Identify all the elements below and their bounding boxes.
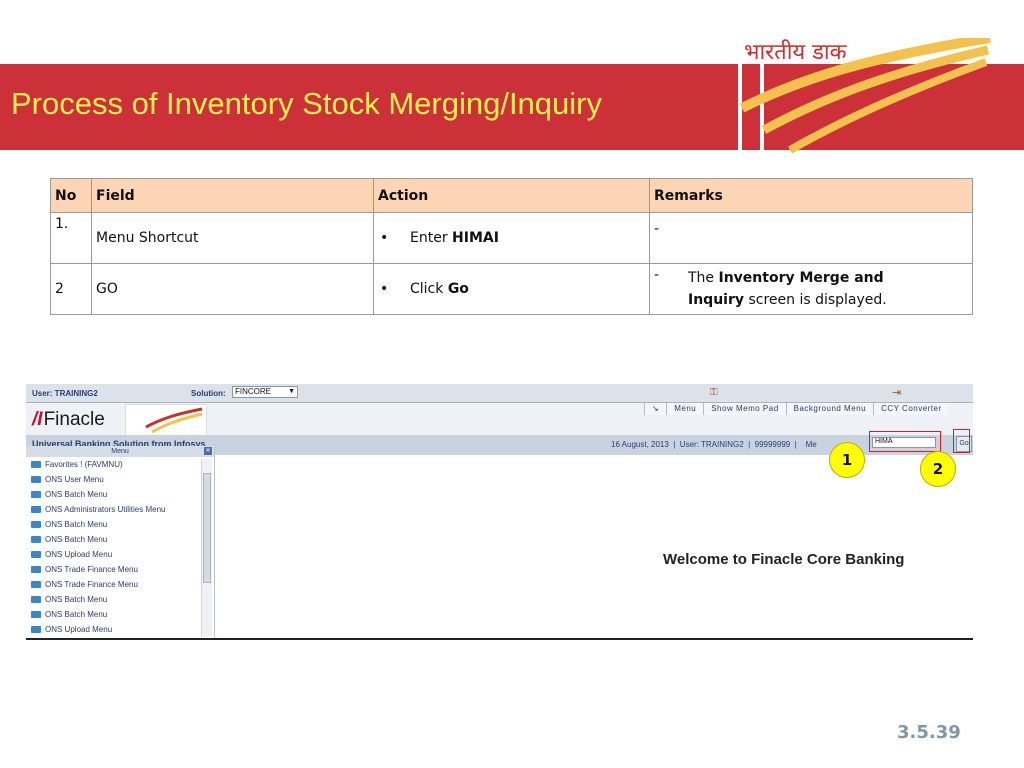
go-button-highlight xyxy=(953,429,970,453)
row-action: • Enter HIMAI xyxy=(373,212,650,264)
steps-table: No Field Action Remarks 1. Menu Shortcut… xyxy=(50,178,973,315)
column-header-field: Field xyxy=(91,178,374,213)
folder-icon xyxy=(31,461,41,469)
menu-item[interactable]: ONS Upload Menu xyxy=(26,547,214,562)
folder-icon xyxy=(31,626,41,634)
folder-icon xyxy=(31,506,41,514)
action-text: Click xyxy=(410,281,448,297)
toolbar-menu-button[interactable]: Menu xyxy=(666,403,704,415)
folder-icon xyxy=(31,551,41,559)
column-header-action: Action xyxy=(373,178,650,213)
folder-icon xyxy=(31,611,41,619)
row-number: 1. xyxy=(50,212,92,264)
logout-icon[interactable]: ⇥ xyxy=(892,386,901,399)
close-icon[interactable]: ✕ xyxy=(204,447,212,455)
menu-panel: Menu ✕ Favorites ! (FAVMNU) ONS User Menu… xyxy=(26,446,215,640)
remark-dash: - xyxy=(654,221,660,237)
menu-toggle-icon[interactable]: ↘ xyxy=(644,403,667,415)
folder-icon xyxy=(31,491,41,499)
slide-number: 3.5.39 xyxy=(897,722,961,743)
folder-icon xyxy=(31,536,41,544)
menu-item[interactable]: ONS Trade Finance Menu xyxy=(26,562,214,577)
screenshot-divider xyxy=(26,638,973,640)
callout-badge-1: 1 xyxy=(829,442,865,478)
menu-item[interactable]: ONS Upload Menu xyxy=(26,622,214,637)
india-post-small-logo-icon xyxy=(125,404,207,436)
finacle-screenshot: User: TRAINING2 Solution: FINCORE ▼ ⚿ ⇥ /… xyxy=(26,384,973,640)
folder-icon xyxy=(31,566,41,574)
solution-label: Solution: xyxy=(191,389,226,398)
scroll-thumb[interactable] xyxy=(203,473,211,583)
column-header-remarks: Remarks xyxy=(649,178,973,213)
row-field: GO xyxy=(91,263,374,315)
row-remarks: - The Inventory Merge and Inquiry screen … xyxy=(649,263,973,315)
session-info: 16 August, 2013 | User: TRAINING2 | 9999… xyxy=(611,440,817,449)
folder-icon xyxy=(31,596,41,604)
row-field: Menu Shortcut xyxy=(91,212,374,264)
menu-item[interactable]: ONS Batch Menu xyxy=(26,607,214,622)
menu-scrollbar[interactable] xyxy=(201,459,212,637)
finacle-top-bar: User: TRAINING2 Solution: FINCORE ▼ ⚿ ⇥ xyxy=(26,384,973,403)
column-header-no: No xyxy=(50,178,92,213)
menu-item[interactable]: ONS Batch Menu xyxy=(26,517,214,532)
show-memo-pad-button[interactable]: Show Memo Pad xyxy=(703,403,786,415)
finacle-brand: /IFinacle xyxy=(32,409,105,430)
bullet-icon: • xyxy=(380,230,389,246)
ccy-converter-button[interactable]: CCY Converter xyxy=(873,403,949,415)
remark-dash: - xyxy=(654,267,660,283)
row-action: • Click Go xyxy=(373,263,650,315)
key-icon[interactable]: ⚿ xyxy=(710,387,718,398)
menu-item[interactable]: ONS Batch Menu xyxy=(26,532,214,547)
menu-item[interactable]: ONS Batch Menu xyxy=(26,487,214,502)
india-post-logo-icon xyxy=(738,38,991,154)
slide-title: Process of Inventory Stock Merging/Inqui… xyxy=(11,86,602,121)
table-row: 2 GO • Click Go - The Inventory Merge and … xyxy=(50,263,973,315)
finacle-toolbar: ↘ Menu Show Memo Pad Background Menu CCY… xyxy=(644,403,949,415)
table-row: 1. Menu Shortcut • Enter HIMAI - xyxy=(50,212,973,264)
menu-item-favorites[interactable]: Favorites ! (FAVMNU) xyxy=(26,457,214,472)
bullet-icon: • xyxy=(380,281,389,297)
menu-item[interactable]: ONS User Menu xyxy=(26,472,214,487)
menu-shortcut-highlight xyxy=(869,431,941,452)
user-label: User: TRAINING2 xyxy=(32,389,98,398)
action-bold-text: Go xyxy=(447,281,469,297)
menu-item[interactable]: ONS Batch Menu xyxy=(26,592,214,607)
row-number: 2 xyxy=(50,263,92,315)
welcome-message: Welcome to Finacle Core Banking xyxy=(663,551,905,568)
background-menu-button[interactable]: Background Menu xyxy=(785,403,874,415)
menu-item[interactable]: ONS Trade Finance Menu xyxy=(26,577,214,592)
callout-badge-2: 2 xyxy=(920,451,956,487)
table-header-row: No Field Action Remarks xyxy=(50,178,973,213)
folder-icon xyxy=(31,581,41,589)
folder-icon xyxy=(31,476,41,484)
remark-text: The Inventory Merge and Inquiry screen i… xyxy=(688,270,887,308)
solution-select[interactable]: FINCORE ▼ xyxy=(232,386,298,398)
row-remarks: - xyxy=(649,212,973,264)
chevron-down-icon: ▼ xyxy=(288,388,295,395)
action-text: Enter xyxy=(410,230,453,246)
menu-panel-header: Menu ✕ xyxy=(26,446,214,457)
finacle-logo-icon: /I xyxy=(32,409,43,430)
folder-icon xyxy=(31,521,41,529)
action-bold-text: HIMAI xyxy=(452,230,499,246)
menu-item[interactable]: ONS Administrators Utilities Menu xyxy=(26,502,214,517)
